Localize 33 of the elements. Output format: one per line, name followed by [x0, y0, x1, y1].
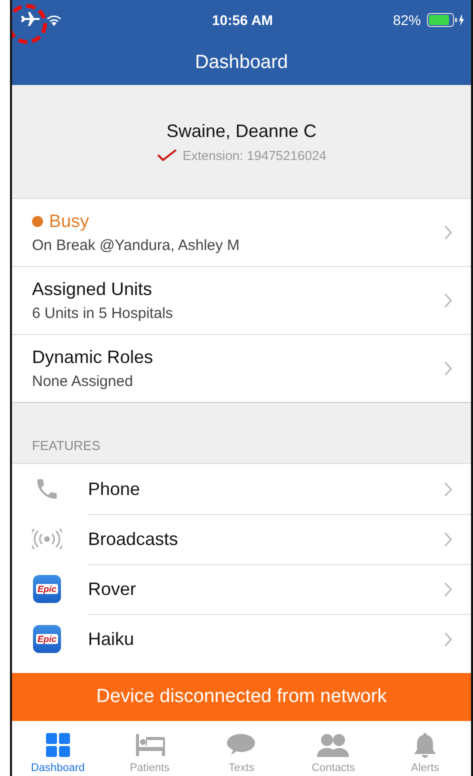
row-subtitle: On Break @Yandura, Ashley M: [32, 237, 241, 254]
chevron-icon: [444, 532, 453, 547]
chevron-icon: [444, 482, 453, 496]
broadcast-icon: [32, 528, 62, 550]
wifi-icon: [46, 14, 62, 26]
network-banner: Device disconnected from network: [12, 673, 471, 721]
screen-title: Dashboard: [194, 50, 289, 74]
airplane-icon: [20, 12, 40, 28]
people-icon: [316, 732, 350, 758]
battery-icon: [426, 13, 465, 27]
chevron-icon: [444, 293, 453, 308]
row-subtitle: None Assigned: [32, 373, 134, 390]
chevron-icon: [444, 632, 453, 647]
chevron-icon: [444, 225, 453, 240]
feature-label[interactable]: Haiku: [88, 629, 444, 650]
user-name: Swaine, Deanne C: [166, 120, 317, 142]
tab-bar-item[interactable]: Dashboard: [12, 721, 104, 776]
chevron-icon: [444, 361, 453, 376]
row-title: Dynamic Roles: [32, 347, 154, 368]
feature-label[interactable]: Broadcasts: [88, 529, 444, 550]
extension-text: Extension: 19475216024: [182, 148, 326, 162]
feature-label[interactable]: Phone: [88, 478, 444, 500]
app-icon-label: Epic: [36, 584, 58, 594]
checkmark-icon: [156, 149, 177, 161]
app-icon-label: Epic: [36, 634, 58, 644]
feature-label[interactable]: Rover: [88, 579, 444, 600]
battery-percent: 82%: [392, 12, 421, 28]
chevron-icon: [444, 582, 453, 597]
row-title: Busy: [49, 211, 90, 232]
row-title: Assigned Units: [32, 279, 154, 300]
status-time: 10:56 AM: [212, 12, 273, 28]
row-subtitle: 6 Units in 5 Hospitals: [32, 305, 174, 322]
section-heading: FEATURES: [32, 438, 100, 453]
